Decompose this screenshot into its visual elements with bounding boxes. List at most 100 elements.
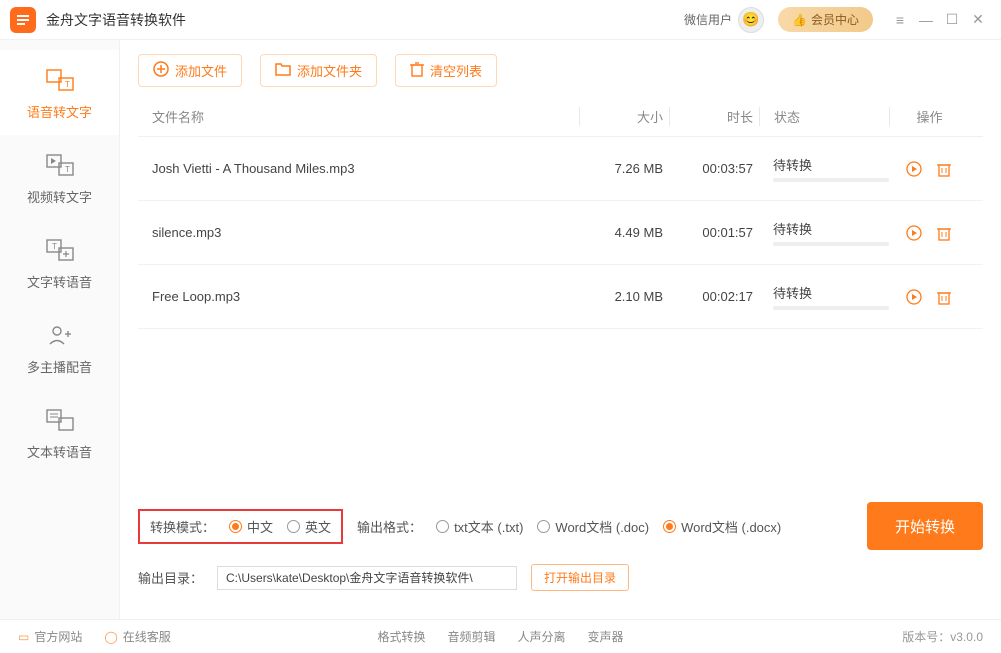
radio-mode-en[interactable]: 英文 <box>287 517 331 536</box>
output-dir-label: 输出目录： <box>138 568 203 587</box>
mode-box: 转换模式： 中文 英文 <box>138 509 343 544</box>
options-panel: 转换模式： 中文 英文 输出格式： txt文本 (.txt) Word文档 (.… <box>138 492 983 619</box>
sidebar-item-label: 语音转文字 <box>27 102 92 121</box>
options-row-2: 输出目录： 打开输出目录 <box>138 564 983 591</box>
radio-format-doc[interactable]: Word文档 (.doc) <box>537 517 649 536</box>
title-bar: 金舟文字语音转换软件 微信用户 😊 👍 会员中心 ≡ — ☐ ✕ <box>0 0 1001 40</box>
sidebar-item-multi-voice[interactable]: 多主播配音 <box>0 305 119 390</box>
globe-icon: ▭ <box>18 630 29 644</box>
delete-icon[interactable] <box>935 288 953 306</box>
table-row: Free Loop.mp3 2.10 MB 00:02:17 待转换 <box>138 265 983 329</box>
link-label: 官方网站 <box>34 628 82 645</box>
col-status: 状态 <box>759 107 889 126</box>
cell-status: 待转换 <box>759 155 889 182</box>
status-text: 待转换 <box>773 219 889 238</box>
table-row: silence.mp3 4.49 MB 00:01:57 待转换 <box>138 201 983 265</box>
radio-label: Word文档 (.docx) <box>681 517 781 536</box>
cell-size: 7.26 MB <box>579 161 669 176</box>
sidebar-item-label: 文字转语音 <box>27 272 92 291</box>
add-file-button[interactable]: 添加文件 <box>138 54 242 87</box>
footer: ▭ 官方网站 ◯ 在线客服 格式转换 音频剪辑 人声分离 变声器 版本号：v3.… <box>0 619 1001 653</box>
main: T 语音转文字 T 视频转文字 T 文字转语音 多主播配音 文本转语音 添加文件 <box>0 40 1001 619</box>
sidebar-item-text-to-audio[interactable]: T 文字转语音 <box>0 220 119 305</box>
options-row-1: 转换模式： 中文 英文 输出格式： txt文本 (.txt) Word文档 (.… <box>138 502 983 550</box>
add-folder-label: 添加文件夹 <box>297 61 362 80</box>
text-to-audio-icon: T <box>46 238 74 262</box>
output-dir-input[interactable] <box>217 566 517 590</box>
progress-bar <box>773 178 889 182</box>
avatar[interactable]: 😊 <box>738 7 764 33</box>
add-file-label: 添加文件 <box>175 61 227 80</box>
sidebar: T 语音转文字 T 视频转文字 T 文字转语音 多主播配音 文本转语音 <box>0 40 120 619</box>
svg-text:T: T <box>65 165 70 174</box>
menu-icon[interactable]: ≡ <box>887 7 913 33</box>
sidebar-item-audio-to-text[interactable]: T 语音转文字 <box>0 50 119 135</box>
cell-size: 2.10 MB <box>579 289 669 304</box>
sidebar-item-label: 文本转语音 <box>27 442 92 461</box>
play-icon[interactable] <box>905 160 923 178</box>
close-icon[interactable]: ✕ <box>965 7 991 33</box>
cell-duration: 00:02:17 <box>669 289 759 304</box>
sidebar-item-textfile-to-audio[interactable]: 文本转语音 <box>0 390 119 475</box>
col-name: 文件名称 <box>152 107 579 126</box>
radio-mode-cn[interactable]: 中文 <box>229 517 273 536</box>
play-icon[interactable] <box>905 224 923 242</box>
footer-link-vocalsep[interactable]: 人声分离 <box>518 628 566 645</box>
status-text: 待转换 <box>773 155 889 174</box>
version-label: 版本号：v3.0.0 <box>902 628 983 645</box>
official-site-link[interactable]: ▭ 官方网站 <box>18 628 82 645</box>
clear-list-button[interactable]: 清空列表 <box>395 54 497 87</box>
app-logo-icon <box>10 7 36 33</box>
trash-icon <box>410 61 424 80</box>
multi-voice-icon <box>46 323 74 347</box>
sidebar-item-label: 多主播配音 <box>27 357 92 376</box>
radio-label: 中文 <box>247 517 273 536</box>
table-body: Josh Vietti - A Thousand Miles.mp3 7.26 … <box>138 137 983 492</box>
svg-text:T: T <box>52 242 57 251</box>
footer-mid: 格式转换 音频剪辑 人声分离 变声器 <box>377 628 623 645</box>
cell-name: silence.mp3 <box>152 225 579 240</box>
radio-label: Word文档 (.doc) <box>555 517 649 536</box>
video-to-text-icon: T <box>46 153 74 177</box>
svg-text:T: T <box>65 80 70 89</box>
radio-format-docx[interactable]: Word文档 (.docx) <box>663 517 781 536</box>
footer-link-audioedit[interactable]: 音频剪辑 <box>447 628 495 645</box>
headset-icon: ◯ <box>104 630 117 644</box>
app-title: 金舟文字语音转换软件 <box>46 10 186 30</box>
cell-size: 4.49 MB <box>579 225 669 240</box>
crown-icon: 👍 <box>792 13 807 27</box>
vip-button[interactable]: 👍 会员中心 <box>778 7 873 32</box>
footer-link-format[interactable]: 格式转换 <box>377 628 425 645</box>
col-ops: 操作 <box>889 107 969 126</box>
sidebar-item-video-to-text[interactable]: T 视频转文字 <box>0 135 119 220</box>
cell-duration: 00:01:57 <box>669 225 759 240</box>
radio-label: txt文本 (.txt) <box>454 517 523 536</box>
support-link[interactable]: ◯ 在线客服 <box>104 628 170 645</box>
start-button[interactable]: 开始转换 <box>867 502 983 550</box>
table-header: 文件名称 大小 时长 状态 操作 <box>138 97 983 137</box>
radio-label: 英文 <box>305 517 331 536</box>
plus-circle-icon <box>153 61 169 80</box>
progress-bar <box>773 242 889 246</box>
delete-icon[interactable] <box>935 160 953 178</box>
cell-name: Josh Vietti - A Thousand Miles.mp3 <box>152 161 579 176</box>
content: 添加文件 添加文件夹 清空列表 文件名称 大小 时长 状态 操作 Josh Vi… <box>120 40 1001 619</box>
play-icon[interactable] <box>905 288 923 306</box>
link-label: 在线客服 <box>123 628 171 645</box>
audio-to-text-icon: T <box>46 68 74 92</box>
col-size: 大小 <box>579 107 669 126</box>
minimize-icon[interactable]: — <box>913 7 939 33</box>
cell-name: Free Loop.mp3 <box>152 289 579 304</box>
radio-format-txt[interactable]: txt文本 (.txt) <box>436 517 523 536</box>
folder-icon <box>275 62 291 79</box>
user-label: 微信用户 <box>684 11 732 28</box>
mode-label: 转换模式： <box>150 517 215 536</box>
maximize-icon[interactable]: ☐ <box>939 7 965 33</box>
toolbar: 添加文件 添加文件夹 清空列表 <box>138 54 983 87</box>
cell-duration: 00:03:57 <box>669 161 759 176</box>
footer-link-voicechange[interactable]: 变声器 <box>588 628 624 645</box>
col-duration: 时长 <box>669 107 759 126</box>
delete-icon[interactable] <box>935 224 953 242</box>
open-dir-button[interactable]: 打开输出目录 <box>531 564 629 591</box>
add-folder-button[interactable]: 添加文件夹 <box>260 54 377 87</box>
